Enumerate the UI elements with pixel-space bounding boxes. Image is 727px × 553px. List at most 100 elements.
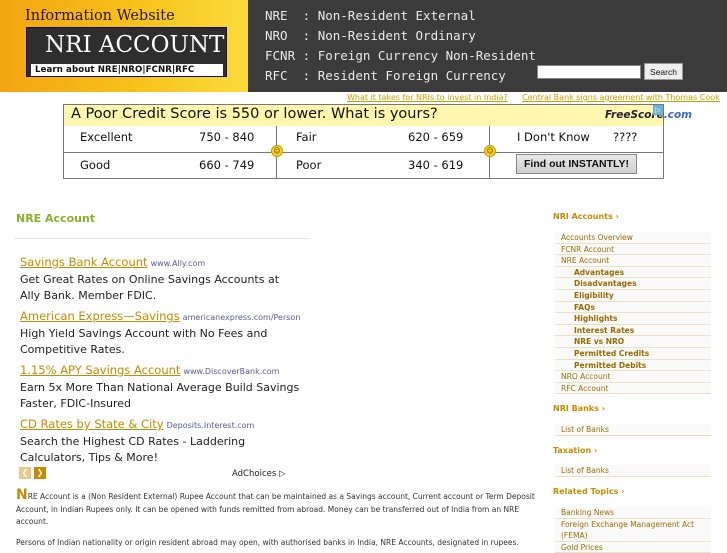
paragraph-text: RE Account is a (Non Resident External) … [16, 492, 535, 526]
score-range[interactable]: 340 - 619 [408, 158, 463, 172]
sidebar-item[interactable]: Accounts Overview [555, 232, 711, 244]
article-paragraph: NRE Account is a (Non Resident External)… [16, 487, 536, 529]
score-label[interactable]: Excellent [80, 130, 133, 144]
score-label[interactable]: Poor [296, 158, 321, 172]
find-out-button[interactable]: Find out INSTANTLY! [516, 154, 637, 174]
ad-title[interactable]: 1.15% APY Savings Account [20, 363, 180, 377]
abbr-code: NRO [265, 28, 296, 43]
logo-title: NRI ACCOUNT [45, 32, 225, 58]
text-ad[interactable]: 1.15% APY Savings Account www.DiscoverBan… [20, 359, 300, 412]
chevron-right-icon: › [601, 404, 605, 413]
abbr-meaning: : Non-Resident Ordinary [302, 28, 476, 43]
sidebar-item[interactable]: Banking News [555, 507, 711, 519]
ad-url[interactable]: Deposits.Interest.com [167, 421, 255, 430]
logo-tagline: Information Website [25, 8, 175, 24]
sidebar-subitem[interactable]: Eligibility [555, 290, 711, 302]
dropcap: N [16, 487, 28, 503]
adchoices-label: AdChoices [232, 469, 277, 479]
abbr-code: FCNR [265, 48, 296, 63]
sidebar-heading-nri-banks[interactable]: NRI Banks › [553, 404, 605, 413]
chevron-right-icon: › [593, 446, 598, 455]
text-ad[interactable]: American Express—Savings americanexpress.… [20, 305, 300, 358]
sidebar-item[interactable]: Gold Prices [555, 542, 711, 553]
score-range[interactable]: 750 - 840 [199, 130, 254, 144]
sidebar-list-taxation: List of Banks [555, 465, 711, 477]
smiley-icon: ☺ [271, 145, 283, 157]
text-ad[interactable]: Savings Bank Account www.Ally.com Get Gre… [20, 251, 300, 304]
ad-title[interactable]: CD Rates by State & City [20, 417, 164, 431]
score-range[interactable]: ???? [613, 130, 637, 144]
sidebar-item[interactable]: Foreign Exchange Management Act [555, 519, 711, 531]
sidebar-item[interactable]: FCNR Account [555, 244, 711, 256]
sidebar-heading-label: NRI Banks [553, 404, 599, 413]
page-title: NRE Account [16, 212, 96, 225]
sidebar-heading-label: Taxation [553, 446, 592, 455]
search-input[interactable] [537, 65, 641, 79]
ad-info-icon[interactable]: ▷ [653, 105, 663, 115]
score-label[interactable]: Good [80, 158, 110, 172]
ad-url[interactable]: www.DiscoverBank.com [183, 367, 279, 376]
ad-url[interactable]: americanexpress.com/Person [183, 313, 301, 322]
toplink-nri-invest[interactable]: What it takes for NRIs to invest in Indi… [347, 93, 508, 102]
score-range[interactable]: 660 - 749 [199, 158, 254, 172]
sidebar-heading-taxation[interactable]: Taxation › [553, 446, 597, 455]
adchoices-link[interactable]: AdChoices ▷ [232, 469, 286, 479]
sidebar-subitem[interactable]: FAQs [555, 302, 711, 314]
sidebar-subitem[interactable]: Permitted Credits [555, 348, 711, 360]
sidebar-item[interactable]: List of Banks [555, 465, 711, 477]
toplink-central-bank[interactable]: Central Bank signs agreement with Thomas… [522, 93, 720, 102]
abbreviation-list: NRE : Non-Resident External NRO : Non-Re… [265, 6, 536, 86]
site-header: Information Website NRI ACCOUNT Learn ab… [0, 0, 727, 92]
abbr-row: NRO : Non-Resident Ordinary [265, 26, 536, 46]
credit-score-banner[interactable]: A Poor Credit Score is 550 or lower. Wha… [63, 104, 692, 179]
sidebar-heading-nri-accounts[interactable]: NRI Accounts › [553, 212, 619, 221]
abbr-code: RFC [265, 68, 296, 83]
abbr-code: NRE [265, 8, 296, 23]
logo-box: NRI ACCOUNT Learn about NRE|NRO|FCNR|RFC [26, 27, 227, 77]
sidebar-item[interactable]: RFC Account [555, 383, 711, 395]
site-logo[interactable]: Information Website NRI ACCOUNT Learn ab… [0, 0, 248, 92]
banner-title: A Poor Credit Score is 550 or lower. Wha… [71, 106, 438, 122]
sidebar-item[interactable]: List of Banks [555, 424, 711, 436]
article-paragraph: Persons of Indian nationality or origin … [16, 538, 519, 547]
sidebar-subitem[interactable]: Advantages [555, 267, 711, 279]
score-label[interactable]: Fair [296, 130, 317, 144]
sidebar-subitem[interactable]: Highlights [555, 313, 711, 325]
sidebar-list-related-topics: Banking News Foreign Exchange Management… [555, 507, 711, 553]
score-range[interactable]: 620 - 659 [408, 130, 463, 144]
divider [64, 152, 663, 153]
chevron-right-icon: › [621, 487, 625, 496]
adchoices-icon: ▷ [278, 469, 286, 479]
ad-title[interactable]: Savings Bank Account [20, 255, 148, 269]
ad-description: High Yield Savings Account with No Fees … [20, 327, 268, 356]
banner-header: A Poor Credit Score is 550 or lower. Wha… [64, 105, 692, 126]
abbr-meaning: : Non-Resident External [302, 8, 476, 23]
sidebar-subitem[interactable]: Permitted Debits [555, 360, 711, 372]
ad-url[interactable]: www.Ally.com [151, 259, 206, 268]
smiley-icon: ☺ [484, 145, 496, 157]
sidebar-item[interactable]: (FEMA) [555, 530, 711, 542]
sidebar-subitem[interactable]: Disadvantages [555, 278, 711, 290]
sidebar-heading-label: Related Topics [553, 487, 619, 496]
chevron-right-icon: › [615, 212, 619, 221]
ad-prev-icon[interactable]: ❮ [19, 467, 31, 479]
search-button[interactable]: Search [644, 63, 683, 80]
abbr-row: NRE : Non-Resident External [265, 6, 536, 26]
sidebar-item[interactable]: NRE Account [555, 255, 711, 267]
abbr-row: RFC : Resident Foreign Currency [265, 66, 536, 86]
ad-description: Search the Highest CD Rates - Laddering … [20, 435, 246, 464]
sidebar-item[interactable]: NRO Account [555, 371, 711, 383]
score-label[interactable]: I Don't Know [517, 130, 590, 144]
freescore-logo-suffix: .com [663, 109, 693, 121]
divider [14, 238, 310, 239]
text-ad[interactable]: CD Rates by State & City Deposits.Interes… [20, 413, 300, 466]
ad-description: Earn 5x More Than National Average Build… [20, 381, 300, 410]
abbr-meaning: : Foreign Currency Non-Resident [302, 48, 536, 63]
sidebar-subitem[interactable]: NRE vs NRO [555, 336, 711, 348]
ad-title[interactable]: American Express—Savings [20, 309, 180, 323]
ad-next-icon[interactable]: ❯ [34, 467, 46, 479]
sidebar-list-nri-accounts: Accounts Overview FCNR Account NRE Accou… [555, 232, 711, 395]
sidebar-heading-related-topics[interactable]: Related Topics › [553, 487, 624, 496]
sidebar-subitem[interactable]: Interest Rates [555, 325, 711, 337]
sidebar-heading-label: NRI Accounts [553, 212, 613, 221]
